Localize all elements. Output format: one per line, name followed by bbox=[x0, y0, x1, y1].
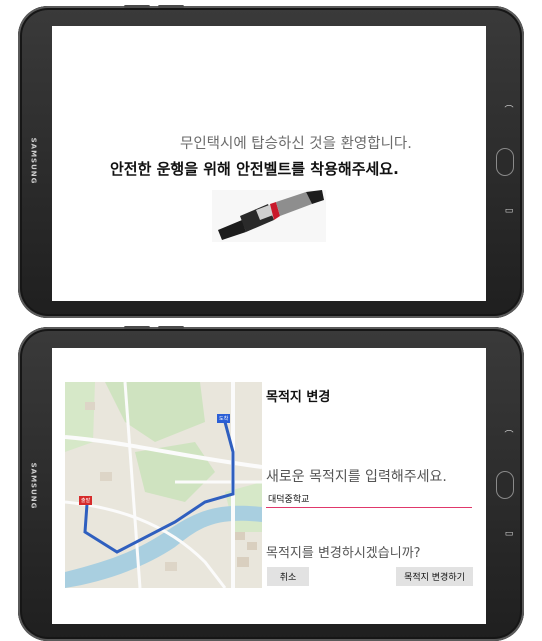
home-button-icon[interactable] bbox=[496, 471, 514, 499]
recent-apps-icon[interactable]: ▭ bbox=[504, 529, 514, 539]
welcome-text: 무인택시에 탑승하신 것을 환영합니다. bbox=[180, 136, 412, 152]
volume-button bbox=[124, 5, 150, 8]
brand-logo: SAMSUNG bbox=[29, 137, 38, 185]
power-button bbox=[158, 5, 184, 8]
power-button bbox=[158, 326, 184, 329]
route-map[interactable]: 출발 도착 bbox=[65, 382, 262, 588]
destination-prompt: 새로운 목적지를 입력해주세요. bbox=[266, 469, 447, 485]
home-button-icon[interactable] bbox=[496, 148, 514, 176]
destination-input[interactable] bbox=[266, 489, 472, 508]
blank-area bbox=[137, 40, 385, 100]
seatbelt-text: 안전한 운행을 위해 안전벨트를 착용해주세요. bbox=[110, 160, 399, 178]
volume-button bbox=[124, 326, 150, 329]
back-icon[interactable]: ⌒ bbox=[504, 431, 514, 441]
start-marker: 출발 bbox=[79, 496, 93, 505]
change-destination-button[interactable]: 목적지 변경하기 bbox=[396, 567, 473, 586]
tablet-bottom: SAMSUNG 출발 도착 목적지 변경 새로운 목적지를 입력해주세요. 대덕… bbox=[18, 326, 524, 641]
confirm-question: 목적지를 변경하시겠습니까? bbox=[266, 546, 421, 561]
end-marker: 도착 bbox=[217, 414, 231, 423]
page-title: 목적지 변경 bbox=[266, 390, 331, 405]
welcome-screen: 무인택시에 탑승하신 것을 환영합니다. 안전한 운행을 위해 안전벨트를 착용… bbox=[52, 26, 486, 301]
brand-logo: SAMSUNG bbox=[29, 462, 38, 510]
cancel-button[interactable]: 취소 bbox=[267, 567, 309, 586]
seatbelt-icon bbox=[212, 190, 326, 242]
destination-screen: 출발 도착 목적지 변경 새로운 목적지를 입력해주세요. 목적지를 변경하시겠… bbox=[52, 348, 486, 624]
recent-apps-icon[interactable]: ▭ bbox=[504, 206, 514, 216]
back-icon[interactable]: ⌒ bbox=[504, 106, 514, 116]
tablet-top: SAMSUNG 무인택시에 탑승하신 것을 환영합니다. 안전한 운행을 위해 … bbox=[18, 5, 524, 318]
